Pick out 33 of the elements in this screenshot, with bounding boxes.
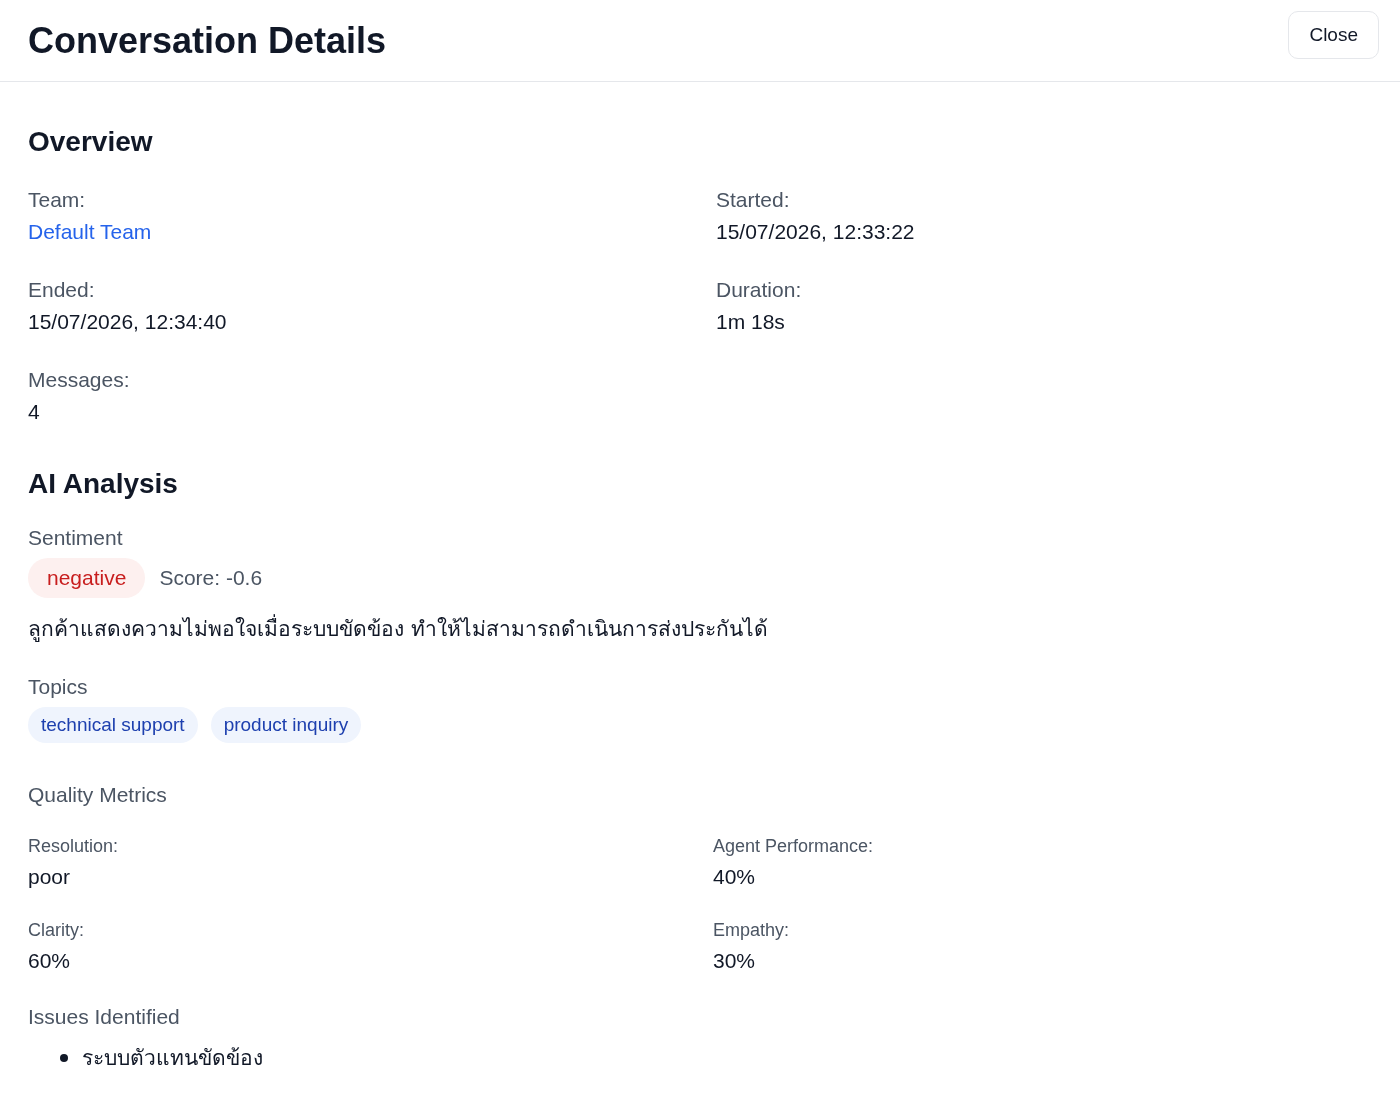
metric-value: 60%	[28, 948, 72, 974]
section-heading: Overview	[28, 126, 154, 158]
metric-value: poor	[28, 864, 72, 890]
metric-label: Agent Performance:	[713, 835, 875, 858]
metric-value: 40%	[713, 864, 757, 890]
metric-label: Clarity:	[28, 919, 85, 942]
team-link[interactable]: Default Team	[28, 216, 716, 248]
metric-label: Resolution:	[28, 835, 120, 858]
field-label: Ended:	[28, 277, 96, 303]
sentiment-summary: ลูกค้าแสดงความไม่พอใจเมื่อระบบขัดข้อง ทำให้ไม่สามารถดำเนินการส่งประกันได้	[28, 612, 1372, 645]
metric-label: Empathy:	[713, 919, 791, 942]
close-button[interactable]: Close	[1288, 10, 1379, 59]
field-value: 1m 18s	[716, 309, 786, 335]
dialog-title: Conversation Details	[28, 19, 387, 62]
field-label: Duration:	[716, 277, 803, 303]
topic-tag: product inquiry	[210, 707, 362, 743]
sentiment-badge: negative	[28, 558, 146, 598]
issue-item: ระบบตัวแทนขัดข้อง	[82, 1045, 263, 1072]
field-value: 4	[28, 399, 41, 425]
field-value: 15/07/2026, 12:34:40	[28, 309, 228, 335]
subsection-heading: Quality Metrics	[28, 783, 168, 807]
sentiment-score: Score: -0.6	[159, 566, 263, 590]
topic-tag: technical support	[28, 707, 198, 743]
field-label: Messages:	[28, 367, 131, 393]
subsection-heading: Topics	[28, 675, 89, 699]
field-value: 15/07/2026, 12:33:22	[716, 219, 916, 245]
section-heading: AI Analysis	[28, 468, 179, 500]
field-label: Team:	[28, 187, 87, 213]
field-label: Started:	[716, 187, 791, 213]
subsection-heading: Sentiment	[28, 526, 124, 550]
bullet-icon	[60, 1053, 68, 1062]
subsection-heading: Issues Identified	[28, 1005, 181, 1029]
metric-value: 30%	[713, 948, 757, 974]
